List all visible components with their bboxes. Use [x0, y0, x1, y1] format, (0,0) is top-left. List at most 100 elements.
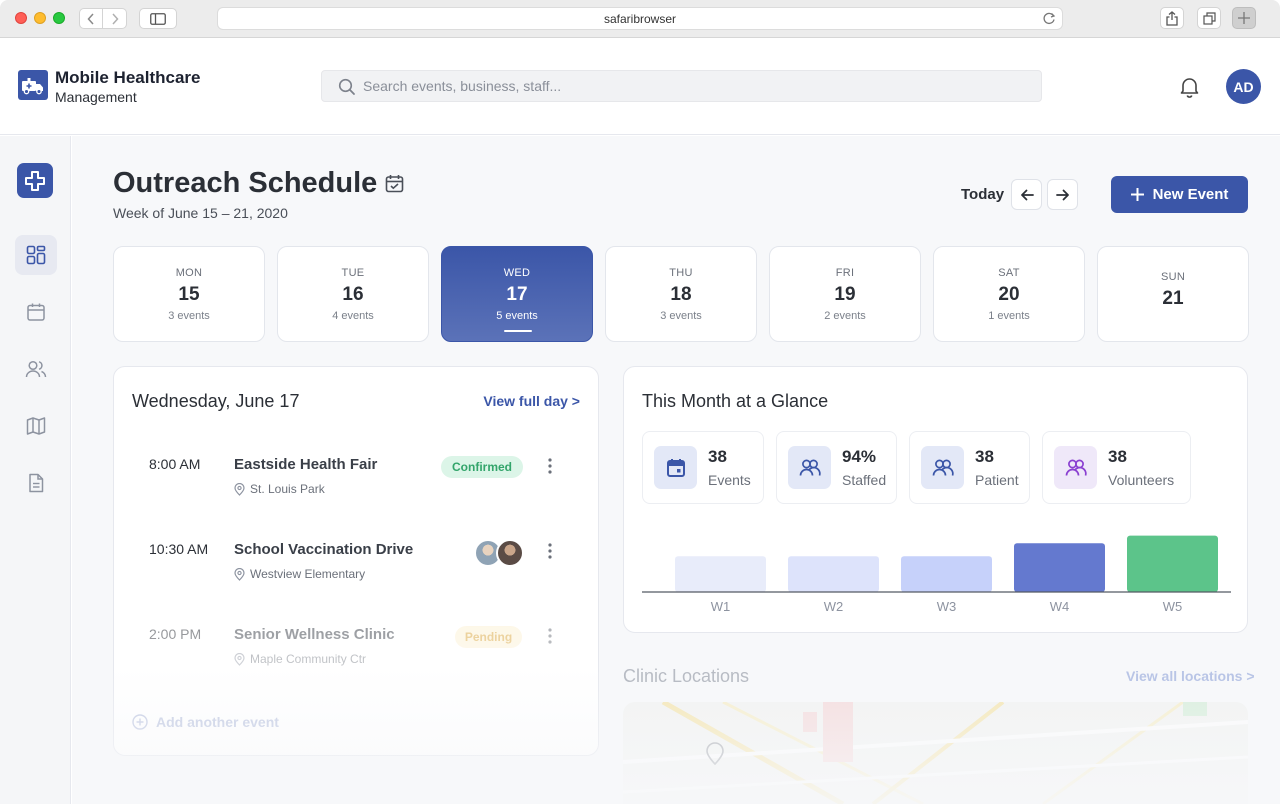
month-glance-card: This Month at a Glance 38 Events 94% Sta…: [623, 366, 1248, 633]
bell-icon[interactable]: [1179, 76, 1200, 98]
day-event-count: 4 events: [332, 310, 374, 322]
calendar-icon: [27, 303, 45, 321]
event-row[interactable]: 8:00 AM Eastside Health Fair St. Louis P…: [114, 442, 600, 522]
calendar-check-icon: [385, 175, 404, 193]
document-icon: [29, 473, 44, 493]
event-location-text: Maple Community Ctr: [250, 652, 367, 666]
day-number: 19: [834, 284, 856, 305]
weekly-bar-chart: W1 W2 W3 W4 W5: [642, 535, 1231, 614]
event-location-text: St. Louis Park: [250, 482, 325, 496]
new-tab-button[interactable]: [1232, 7, 1256, 29]
event-location: St. Louis Park: [234, 482, 325, 496]
chevron-right-icon: [111, 12, 119, 25]
day-number: 16: [342, 284, 364, 305]
chart-bar-w2: [788, 556, 879, 592]
reload-icon[interactable]: [1043, 12, 1056, 25]
status-badge: Pending: [455, 626, 522, 648]
clinic-locations-title: Clinic Locations: [623, 666, 750, 686]
assigned-staff-avatars[interactable]: [474, 539, 524, 567]
stat-label: Events: [708, 472, 751, 488]
day-name: FRI: [835, 267, 855, 279]
day-card-thu[interactable]: THU 18 3 events: [605, 246, 757, 342]
calendar-icon: [654, 446, 697, 489]
day-card-sun[interactable]: SUN 21: [1097, 246, 1249, 342]
dashboard-icon: [26, 245, 46, 265]
more-options-icon[interactable]: [548, 458, 552, 474]
selected-day-indicator: [504, 330, 532, 332]
sidebar-icon: [150, 12, 166, 25]
sidebar-item-staff[interactable]: [15, 349, 57, 389]
day-number: 15: [178, 284, 200, 305]
chart-tick-label: W1: [711, 599, 731, 614]
event-time: 2:00 PM: [149, 626, 202, 642]
day-number: 18: [670, 284, 692, 305]
browser-forward-button[interactable]: [103, 8, 127, 29]
close-window-button[interactable]: [15, 12, 27, 24]
more-options-icon[interactable]: [548, 628, 552, 644]
day-card-fri[interactable]: FRI 19 2 events: [769, 246, 921, 342]
day-event-count: 1 events: [988, 310, 1030, 322]
medical-cross-logo-icon[interactable]: [17, 163, 53, 198]
location-pin-icon: [234, 482, 245, 496]
add-event-label: Add another event: [156, 714, 279, 730]
day-card-wed[interactable]: WED 17 5 events: [441, 246, 593, 342]
new-event-label: New Event: [1152, 186, 1229, 203]
day-event-count: 3 events: [660, 310, 702, 322]
view-full-day-link[interactable]: View full day >: [483, 393, 580, 409]
share-button[interactable]: [1160, 7, 1184, 29]
stat-value: 38: [708, 447, 727, 466]
tab-overview-button[interactable]: [1197, 7, 1221, 29]
sidebar-item-map[interactable]: [15, 406, 57, 446]
day-number: 17: [506, 284, 528, 305]
day-name: MON: [175, 267, 203, 279]
sidebar-item-documents[interactable]: [15, 463, 57, 503]
chart-bar-w5: [1127, 535, 1218, 592]
event-row[interactable]: 10:30 AM School Vaccination Drive Westvi…: [114, 527, 600, 607]
sidebar-item-calendar[interactable]: [15, 292, 57, 332]
chart-tick-label: W3: [937, 599, 957, 614]
zoom-window-button[interactable]: [53, 12, 65, 24]
new-event-button[interactable]: New Event: [1111, 176, 1248, 213]
event-row[interactable]: 2:00 PM Senior Wellness Clinic Maple Com…: [114, 612, 600, 692]
status-badge: Confirmed: [441, 456, 523, 478]
day-card-mon[interactable]: MON 15 3 events: [113, 246, 265, 342]
day-card-tue[interactable]: TUE 16 4 events: [277, 246, 429, 342]
search-input[interactable]: [363, 71, 1023, 101]
stat-label: Volunteers: [1108, 472, 1175, 488]
view-all-locations-link[interactable]: View all locations >: [1126, 668, 1255, 684]
day-name: SAT: [998, 267, 1020, 279]
event-location: Westview Elementary: [234, 567, 365, 581]
stat-events: 38 Events: [642, 431, 764, 504]
stat-label: Patient: [975, 472, 1019, 488]
stat-value: 38: [1108, 447, 1127, 466]
browser-toolbar: safaribrowser: [0, 0, 1280, 38]
event-location-text: Westview Elementary: [250, 567, 366, 581]
users-icon: [921, 446, 964, 489]
clinic-map[interactable]: [623, 702, 1248, 804]
glance-title: This Month at a Glance: [642, 391, 829, 411]
event-name: School Vaccination Drive: [234, 541, 414, 558]
agenda-title: Wednesday, June 17: [132, 391, 300, 411]
sidebar-toggle-button[interactable]: [139, 8, 177, 29]
add-event-button[interactable]: Add another event: [132, 714, 279, 730]
browser-back-button[interactable]: [79, 8, 103, 29]
day-number: 20: [998, 284, 1020, 305]
next-week-button[interactable]: [1047, 179, 1078, 210]
ambulance-logo-icon: [18, 70, 48, 100]
search-bar: [321, 70, 1042, 102]
app-header: Mobile Healthcare Management AD: [0, 39, 1280, 135]
chart-bar-w4: [1014, 543, 1105, 592]
today-button[interactable]: Today: [961, 186, 1004, 203]
tabs-icon: [1202, 11, 1216, 25]
user-avatar[interactable]: AD: [1226, 69, 1261, 104]
stat-staffed: 94% Staffed: [776, 431, 897, 504]
minimize-window-button[interactable]: [34, 12, 46, 24]
day-card-sat[interactable]: SAT 20 1 events: [933, 246, 1085, 342]
more-options-icon[interactable]: [548, 543, 552, 559]
address-bar[interactable]: safaribrowser: [217, 7, 1063, 30]
sidebar-item-dashboard[interactable]: [15, 235, 57, 275]
url-text: safaribrowser: [603, 11, 677, 26]
previous-week-button[interactable]: [1011, 179, 1042, 210]
stat-value: 94%: [842, 447, 877, 466]
event-time: 8:00 AM: [149, 456, 201, 472]
